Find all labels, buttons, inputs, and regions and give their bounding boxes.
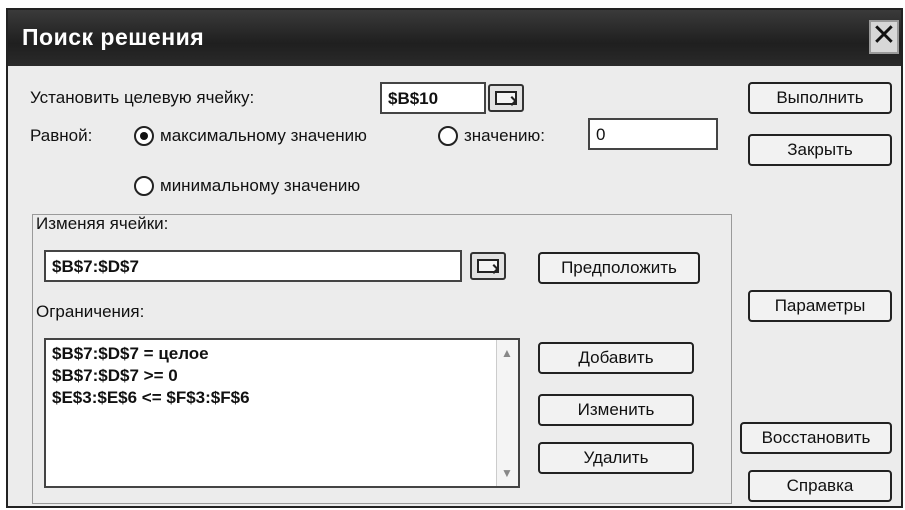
close-button[interactable]: Закрыть: [748, 134, 892, 166]
reset-button[interactable]: Восстановить: [740, 422, 892, 454]
target-cell-input[interactable]: $B$10: [380, 82, 486, 114]
collapse-dialog-icon: [477, 259, 499, 274]
equal-to-label: Равной:: [30, 126, 93, 145]
constraints-list[interactable]: $B$7:$D$7 = целое $B$7:$D$7 >= 0 $E$3:$E…: [44, 338, 520, 488]
min-radio[interactable]: [134, 176, 154, 196]
solver-dialog: Поиск решения ✕ Установить целевую ячейк…: [6, 8, 903, 508]
max-radio-label[interactable]: максимальному значению: [160, 126, 367, 146]
change-button[interactable]: Изменить: [538, 394, 694, 426]
constraints-scrollbar[interactable]: ▲ ▼: [496, 340, 518, 486]
options-button[interactable]: Параметры: [748, 290, 892, 322]
value-radio-label[interactable]: значению:: [464, 126, 545, 146]
max-radio[interactable]: [134, 126, 154, 146]
list-item[interactable]: $B$7:$D$7 = целое: [52, 344, 209, 364]
delete-button[interactable]: Удалить: [538, 442, 694, 474]
scroll-up-icon[interactable]: ▲: [500, 346, 514, 360]
guess-button[interactable]: Предположить: [538, 252, 700, 284]
collapse-dialog-icon: [495, 91, 517, 106]
target-ref-button[interactable]: [488, 84, 524, 112]
help-button[interactable]: Справка: [748, 470, 892, 502]
value-input[interactable]: 0: [588, 118, 718, 150]
close-icon[interactable]: ✕: [869, 20, 899, 54]
target-cell-label: Установить целевую ячейку:: [30, 88, 255, 107]
title-bar: Поиск решения ✕: [8, 10, 901, 66]
list-item[interactable]: $E$3:$E$6 <= $F$3:$F$6: [52, 388, 250, 408]
add-button[interactable]: Добавить: [538, 342, 694, 374]
min-radio-label[interactable]: минимальному значению: [160, 176, 360, 196]
changing-cells-input[interactable]: $B$7:$D$7: [44, 250, 462, 282]
changing-ref-button[interactable]: [470, 252, 506, 280]
constraints-label: Ограничения:: [36, 302, 145, 321]
solve-button[interactable]: Выполнить: [748, 82, 892, 114]
value-radio[interactable]: [438, 126, 458, 146]
scroll-down-icon[interactable]: ▼: [500, 466, 514, 480]
list-item[interactable]: $B$7:$D$7 >= 0: [52, 366, 178, 386]
dialog-title: Поиск решения: [22, 24, 205, 50]
changing-cells-label: Изменяя ячейки:: [36, 214, 169, 233]
